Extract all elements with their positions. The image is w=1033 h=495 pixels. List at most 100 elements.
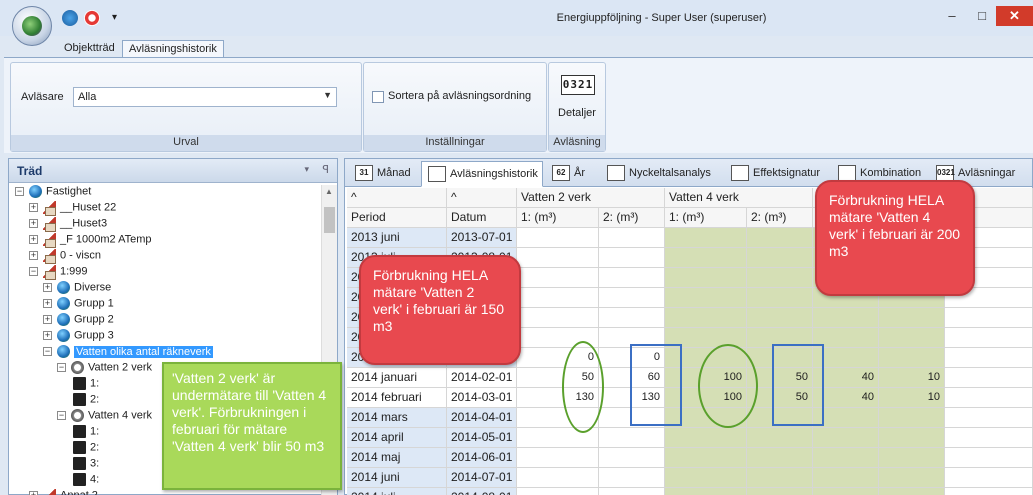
table-cell-period[interactable]: 2014 juni [347,468,447,488]
content-tab[interactable]: 62 År [546,161,596,187]
table-cell-value[interactable] [517,328,599,348]
content-tab[interactable]: 31 Månad [349,161,417,187]
table-cell-value[interactable] [813,248,879,268]
table-cell-value[interactable] [517,448,599,468]
table-cell-value[interactable] [747,248,813,268]
table-cell-value[interactable] [599,468,665,488]
content-tab[interactable]: Avläsningshistorik [421,161,543,187]
maximize-button[interactable]: □ [968,6,996,26]
table-cell-value[interactable] [879,468,945,488]
collapse-icon[interactable]: − [57,411,66,420]
tree-node[interactable]: + Annat 2 [29,489,98,495]
table-cell-date[interactable]: 2014-08-01 [447,488,517,495]
table-cell-value[interactable] [599,288,665,308]
table-cell-value[interactable] [747,448,813,468]
sort-order-label[interactable]: Sortera på avläsningsordning [388,90,531,102]
table-cell-value[interactable] [665,468,747,488]
table-cell-value[interactable]: 100 [665,368,747,388]
table-cell-value[interactable] [879,228,945,248]
expand-icon[interactable]: + [29,491,38,495]
table-cell-value[interactable] [665,228,747,248]
table-cell-value[interactable] [879,288,945,308]
table-cell-value[interactable] [517,228,599,248]
scroll-up-icon[interactable]: ▲ [325,187,333,196]
column-header[interactable]: 1: (m³) [665,208,747,228]
tree-node[interactable]: − Vatten 4 verk [57,409,152,425]
panel-menu-icon[interactable]: ▾ [304,164,309,175]
table-cell-value[interactable] [747,428,813,448]
application-menu-button[interactable] [12,6,52,46]
table-cell-period[interactable]: 2013 november [347,328,447,348]
table-cell-value[interactable] [665,248,747,268]
tab-objekttrad[interactable]: Objektträd [58,40,121,58]
tree-node[interactable]: − 1:999 [29,265,88,281]
table-cell-value[interactable] [517,308,599,328]
table-cell-value[interactable]: 100 [665,388,747,408]
table-cell-date[interactable]: 2013-12-01 [447,328,517,348]
table-cell-value[interactable]: 130 [517,388,599,408]
table-cell-date[interactable]: 2013-10-01 [447,288,517,308]
table-cell-value[interactable]: 50 [747,388,813,408]
table-cell-value[interactable] [599,248,665,268]
table-cell-value[interactable]: 10 [879,388,945,408]
table-cell-value[interactable] [747,308,813,328]
table-cell-period[interactable]: 2013 augusti [347,268,447,288]
table-cell-value[interactable] [813,308,879,328]
tree-node[interactable]: 2: [71,393,99,409]
table-cell-value[interactable] [665,408,747,428]
table-cell-value[interactable]: 0 [599,348,665,368]
table-cell-value[interactable]: 50 [747,368,813,388]
expand-icon[interactable]: + [29,235,38,244]
table-cell-value[interactable] [747,328,813,348]
table-cell-value[interactable] [599,448,665,468]
table-cell-value[interactable] [747,288,813,308]
table-cell-value[interactable] [665,288,747,308]
table-cell-value[interactable] [747,488,813,495]
table-cell-value[interactable] [879,328,945,348]
sort-marker[interactable]: ^ [447,188,517,208]
collapse-icon[interactable]: − [15,187,24,196]
table-cell-value[interactable] [879,268,945,288]
pin-icon[interactable]: ꟼ [322,163,329,176]
table-cell-value[interactable] [879,428,945,448]
table-cell-value[interactable] [879,348,945,368]
table-cell-value[interactable]: 40 [813,368,879,388]
table-cell-value[interactable]: 130 [599,388,665,408]
tree-node[interactable]: − Vatten 2 verk [57,361,152,377]
table-cell-value[interactable] [665,268,747,288]
scroll-thumb[interactable] [324,207,335,233]
table-cell-period[interactable]: 2013 juli [347,248,447,268]
table-cell-date[interactable]: 2013-08-01 [447,248,517,268]
table-cell-value[interactable] [665,328,747,348]
content-tab[interactable]: 0321 Avläsningar [930,161,1030,187]
collapse-icon[interactable]: − [29,267,38,276]
table-cell-value[interactable] [517,408,599,428]
table-cell-date[interactable]: 2014-06-01 [447,448,517,468]
table-cell-value[interactable] [599,308,665,328]
table-cell-period[interactable]: 2014 mars [347,408,447,428]
table-cell-period[interactable]: 2014 juli [347,488,447,495]
detaljer-button[interactable]: 0321 Detaljer Avläsning [548,62,606,152]
tree-node[interactable]: − Fastighet [15,185,91,201]
tree-node[interactable]: 1: [71,377,99,393]
table-cell-date[interactable]: 2014-07-01 [447,468,517,488]
table-cell-date[interactable]: 2014-03-01 [447,388,517,408]
column-header[interactable]: 1: (m³) [517,208,599,228]
table-cell-value[interactable] [879,248,945,268]
expand-icon[interactable]: + [29,203,38,212]
expand-icon[interactable]: + [43,331,52,340]
table-cell-value[interactable] [879,448,945,468]
tree-node[interactable]: + Grupp 3 [43,329,114,345]
collapse-icon[interactable]: − [43,347,52,356]
table-cell-value[interactable] [665,348,747,368]
table-cell-period[interactable]: 2013 december [347,348,447,368]
table-cell-value[interactable]: 60 [599,368,665,388]
table-cell-value[interactable] [599,328,665,348]
tree-scrollbar[interactable]: ▲ [321,185,337,495]
table-cell-value[interactable] [517,288,599,308]
table-cell-value[interactable]: 10 [879,368,945,388]
table-cell-date[interactable]: 2014-05-01 [447,428,517,448]
table-cell-value[interactable] [813,228,879,248]
table-cell-value[interactable] [879,488,945,495]
table-cell-value[interactable] [665,308,747,328]
